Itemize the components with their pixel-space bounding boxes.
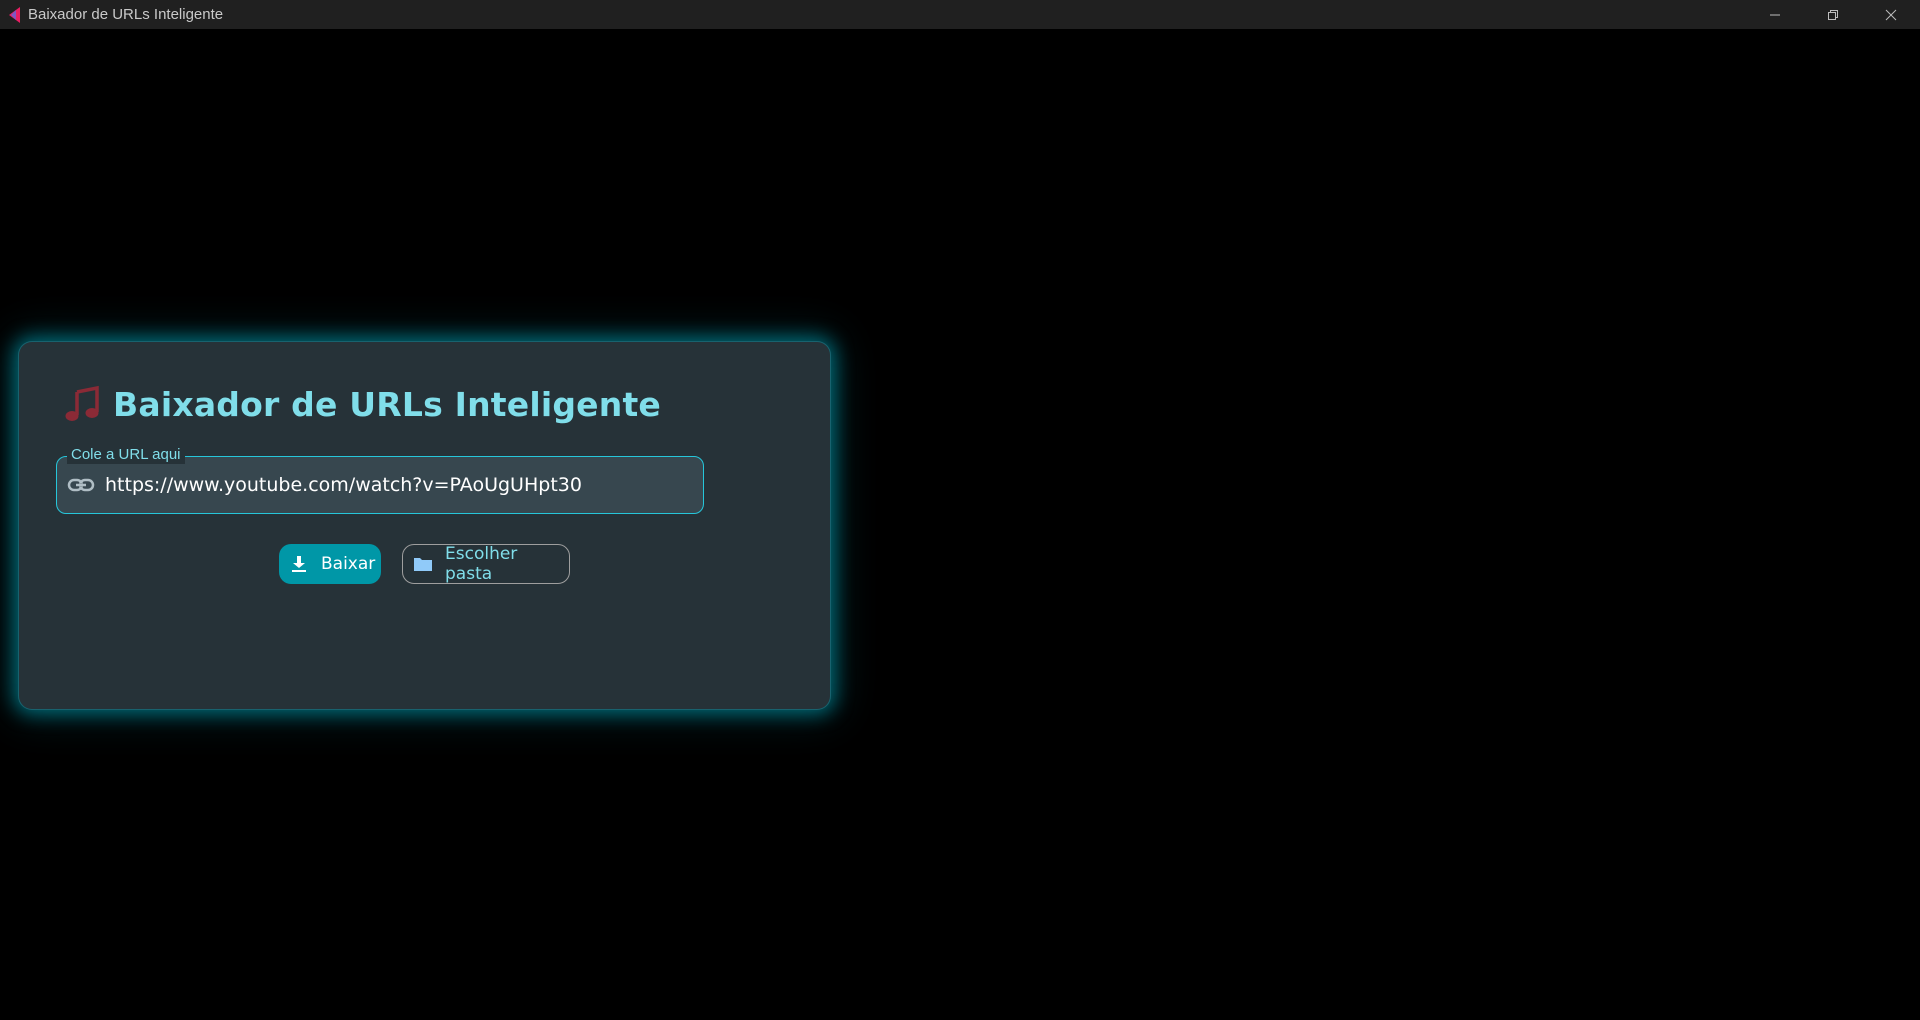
download-icon [289, 554, 309, 574]
minimize-button[interactable] [1746, 0, 1804, 29]
close-icon [1885, 9, 1897, 20]
choose-folder-button[interactable]: Escolher pasta [402, 544, 570, 584]
window-controls [1746, 0, 1920, 29]
choose-folder-button-label: Escolher pasta [445, 544, 518, 584]
card-heading: Baixador de URLs Inteligente [63, 384, 661, 424]
page-title: Baixador de URLs Inteligente [113, 384, 662, 424]
window-title: Baixador de URLs Inteligente [28, 6, 224, 23]
close-button[interactable] [1862, 0, 1920, 29]
app-logo-icon [4, 5, 24, 25]
restore-button[interactable] [1804, 0, 1862, 29]
minimize-icon [1770, 14, 1780, 15]
url-input[interactable] [105, 469, 685, 501]
downloader-card: Baixador de URLs Inteligente Cole a URL … [18, 341, 831, 710]
window-titlebar[interactable]: Baixador de URLs Inteligente [0, 0, 1920, 29]
download-button-label: Baixar [321, 554, 376, 574]
restore-icon [1828, 9, 1838, 20]
url-field-label: Cole a URL aqui [67, 446, 185, 464]
link-icon [67, 478, 95, 492]
download-button[interactable]: Baixar [279, 544, 381, 584]
url-field[interactable]: Cole a URL aqui [56, 446, 704, 514]
folder-icon [413, 554, 433, 574]
music-note-icon [65, 385, 99, 421]
